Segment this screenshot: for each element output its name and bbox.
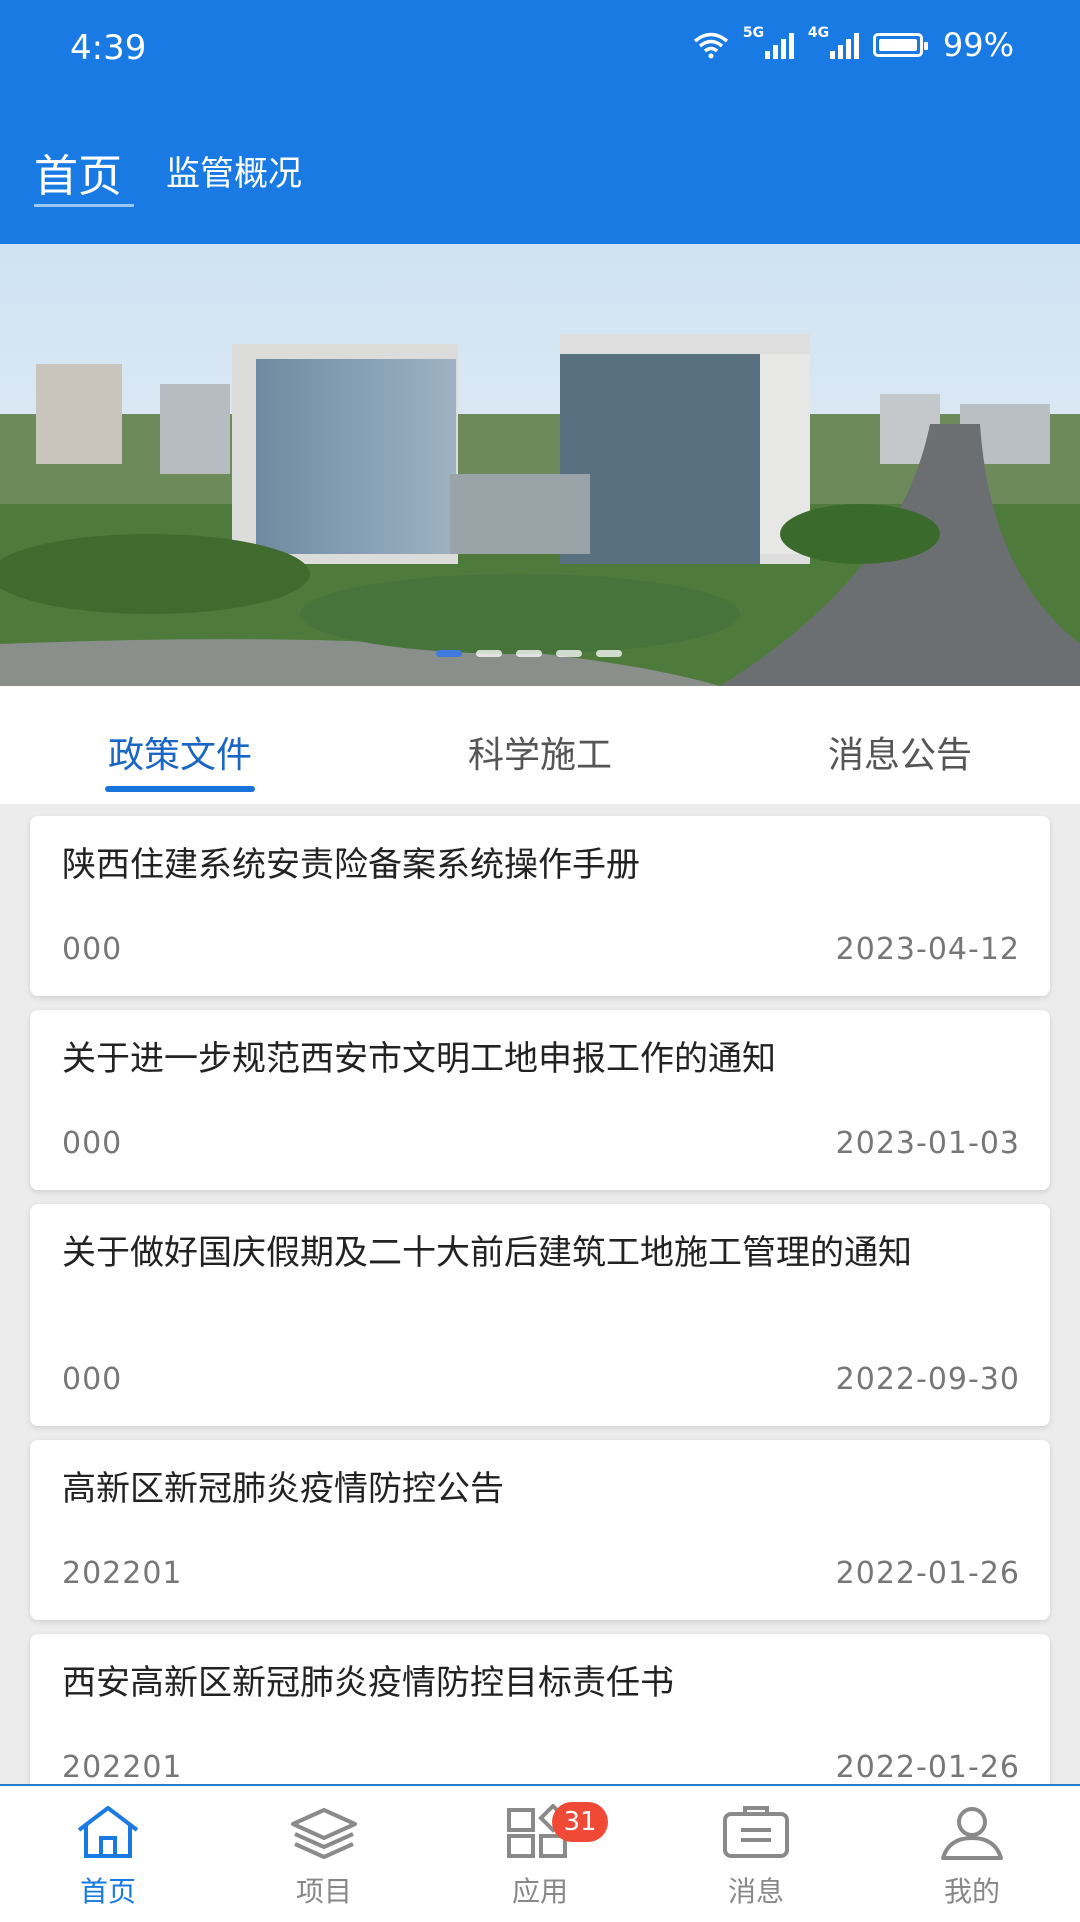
carousel-dot[interactable] [596,650,622,657]
document-title: 西安高新区新冠肺炎疫情防控目标责任书 [62,1663,674,1703]
nav-label: 应用 [511,1875,568,1908]
list-item[interactable]: 关于进一步规范西安市文明工地申报工作的通知 000 2023-01-03 [30,1010,1050,1190]
banner-image [0,244,1080,686]
profile-icon [941,1807,1003,1860]
list-item[interactable]: 陕西住建系统安责险备案系统操作手册 000 2023-04-12 [30,816,1050,996]
carousel-dot[interactable] [436,650,462,657]
document-title: 高新区新冠肺炎疫情防控公告 [62,1469,504,1509]
status-icons: 5G 4G 99% [693,25,1014,64]
nav-apps[interactable]: 31 应用 [432,1802,648,1914]
wifi-icon [693,32,728,59]
document-code: 000 [62,1126,123,1161]
list-item[interactable]: 高新区新冠肺炎疫情防控公告 202201 2022-01-26 [30,1440,1050,1620]
document-date: 2022-01-26 [835,1556,1020,1591]
document-code: 000 [62,932,123,967]
nav-home[interactable]: 首页 [0,1804,216,1914]
battery-level: 99% [942,26,1014,64]
signal-4g-icon: 4G [808,25,859,59]
list-item[interactable]: 西安高新区新冠肺炎疫情防控目标责任书 202201 2022-01-26 [30,1634,1050,1784]
tab-scientific-construction[interactable]: 科学施工 [360,726,720,778]
document-date: 2022-01-26 [835,1750,1020,1784]
status-time: 4:39 [70,28,147,68]
nav-label: 消息 [727,1875,784,1908]
list-item[interactable]: 关于做好国庆假期及二十大前后建筑工地施工管理的通知 000 2022-09-30 [30,1204,1050,1426]
page-title[interactable]: 首页 [34,140,122,204]
banner-carousel[interactable] [0,244,1080,686]
supervision-overview-link[interactable]: 监管概况 [166,146,302,195]
category-tabs: 政策文件 科学施工 消息公告 [0,686,1080,804]
nav-label: 项目 [295,1875,352,1908]
apps-badge: 31 [552,1802,608,1842]
nav-messages[interactable]: 消息 [648,1804,864,1914]
tab-announcements[interactable]: 消息公告 [720,726,1080,778]
signal-5g-icon: 5G [743,25,794,59]
carousel-dot[interactable] [516,650,542,657]
app-header: 4:39 5G 4G 99% 首页 监管概况 [0,0,1080,244]
nav-projects[interactable]: 项目 [216,1804,432,1914]
document-list: 陕西住建系统安责险备案系统操作手册 000 2023-04-12 关于进一步规范… [0,804,1080,1784]
document-code: 000 [62,1362,123,1397]
document-date: 2023-01-03 [835,1126,1020,1161]
document-date: 2022-09-30 [835,1362,1020,1397]
bottom-navigation: 首页 项目 31 应用 消息 我的 [0,1784,1080,1922]
document-code: 202201 [62,1750,183,1784]
carousel-dot[interactable] [556,650,582,657]
title-underline [34,204,134,207]
document-title: 关于做好国庆假期及二十大前后建筑工地施工管理的通知 [62,1233,912,1273]
carousel-indicator [436,650,622,657]
carousel-dot[interactable] [476,650,502,657]
document-title: 陕西住建系统安责险备案系统操作手册 [62,845,640,885]
message-icon [723,1806,789,1858]
active-tab-indicator [105,786,255,792]
battery-icon [872,33,928,57]
home-icon [77,1806,139,1858]
document-date: 2023-04-12 [835,932,1020,967]
nav-profile[interactable]: 我的 [864,1804,1080,1914]
tab-policy-documents[interactable]: 政策文件 [0,726,360,778]
document-code: 202201 [62,1556,183,1591]
nav-label: 首页 [79,1875,136,1908]
layers-icon [291,1808,357,1859]
nav-label: 我的 [943,1875,1000,1908]
document-title: 关于进一步规范西安市文明工地申报工作的通知 [62,1039,776,1079]
